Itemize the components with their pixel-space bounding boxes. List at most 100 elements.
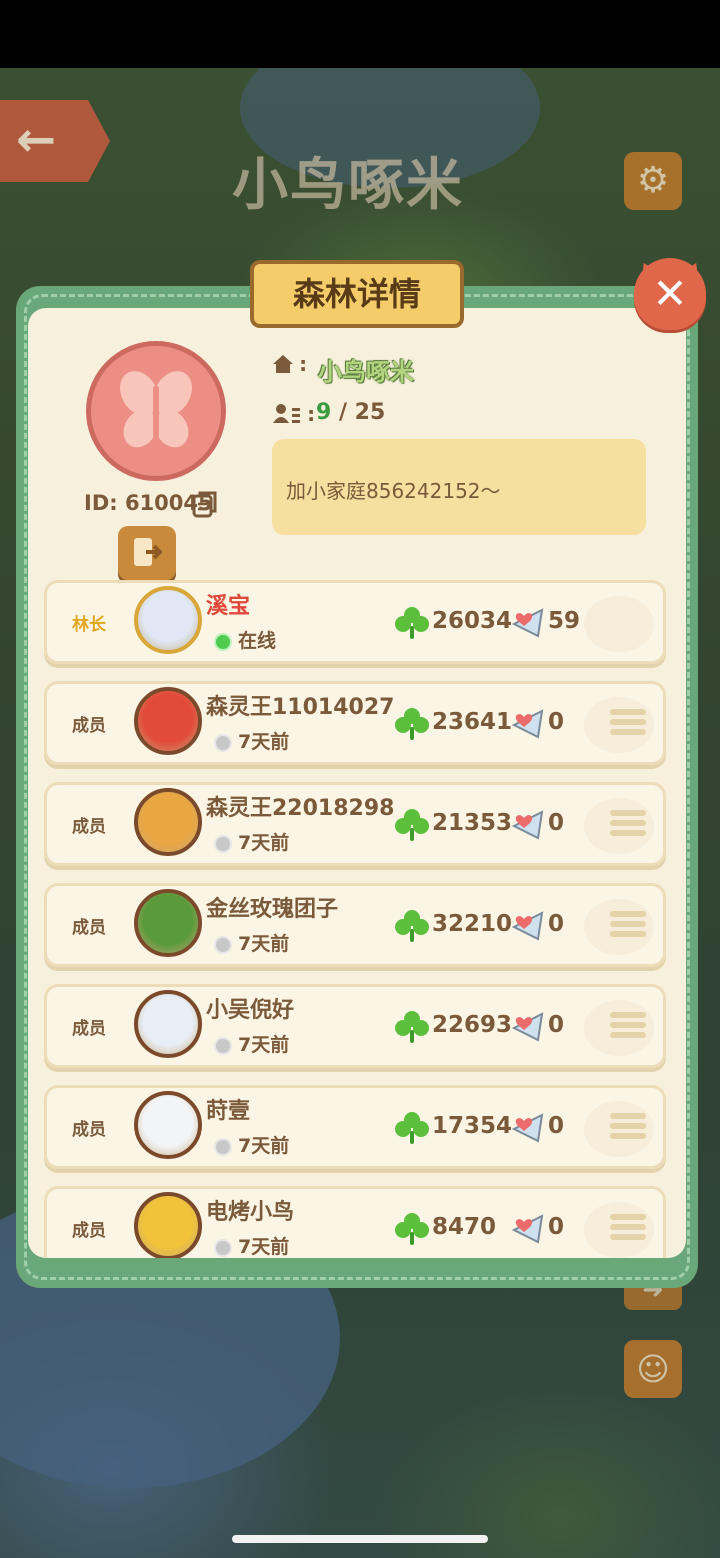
member-row[interactable]: 成员 电烤小鸟 7天前 8470 0 <box>44 1186 666 1258</box>
member-status-text: 7天前 <box>238 731 290 753</box>
heart-gift-icon <box>511 608 544 638</box>
forest-notice-text: 加小家庭856242152～ <box>286 479 501 503</box>
member-name: 森灵王11014027 <box>206 695 395 720</box>
member-score: 17354 <box>432 1113 513 1139</box>
member-score: 32210 <box>432 911 513 937</box>
member-avatar[interactable] <box>134 1091 202 1159</box>
arrow-left-icon: ← <box>16 112 57 168</box>
heart-gift-icon <box>511 1113 544 1143</box>
member-avatar[interactable] <box>134 586 202 654</box>
member-role: 成员 <box>72 1221 106 1241</box>
offline-dot-icon <box>214 935 232 954</box>
gear-icon: ⚙ <box>636 160 670 201</box>
settings-button[interactable]: ⚙ <box>624 152 682 210</box>
member-gift-count: 0 <box>548 1214 565 1240</box>
leave-forest-button[interactable] <box>118 526 176 580</box>
forest-name: 小鸟啄米 <box>318 358 414 386</box>
member-status-text: 7天前 <box>238 1034 290 1056</box>
offline-dot-icon <box>214 1137 232 1156</box>
member-status: 7天前 <box>214 1030 289 1057</box>
member-gift-count: 0 <box>548 1113 565 1139</box>
menu-icon[interactable] <box>610 1113 646 1143</box>
dialog-panel: ID: 610045 : 小鸟啄米: 9 / 25 加小家庭856242152… <box>28 308 686 1258</box>
member-row[interactable]: 林长 溪宝 在线 26034 59 <box>44 580 666 664</box>
menu-icon[interactable] <box>610 709 646 739</box>
member-gift-count: 0 <box>548 709 565 735</box>
menu-icon[interactable] <box>610 1012 646 1042</box>
member-status: 7天前 <box>214 1131 289 1158</box>
member-status-text: 在线 <box>238 630 277 652</box>
menu-icon[interactable] <box>610 810 646 840</box>
heart-gift-icon <box>511 810 544 840</box>
member-score: 22693 <box>432 1012 513 1038</box>
member-count-separator: / <box>331 400 355 425</box>
member-row[interactable]: 成员 小吴倪好 7天前 22693 0 <box>44 984 666 1068</box>
member-name: 电烤小鸟 <box>206 1200 295 1225</box>
member-name: 森灵王22018298 <box>206 796 395 821</box>
member-score: 26034 <box>432 608 513 634</box>
heart-gift-icon <box>511 709 544 739</box>
member-name: 溪宝 <box>206 594 251 619</box>
members-icon <box>273 404 300 423</box>
member-avatar[interactable] <box>134 990 202 1058</box>
member-role: 成员 <box>72 1019 106 1039</box>
game-title: 小鸟啄米 <box>232 153 464 218</box>
heart-gift-icon <box>511 911 544 941</box>
member-status-text: 7天前 <box>238 1236 290 1258</box>
member-avatar[interactable] <box>134 889 202 957</box>
copy-icon[interactable] <box>192 490 218 518</box>
member-role: 成员 <box>72 918 106 938</box>
member-row[interactable]: 成员 森灵王22018298 7天前 21353 0 <box>44 782 666 866</box>
offline-dot-icon <box>214 1036 232 1055</box>
heart-gift-icon <box>511 1012 544 1042</box>
member-status: 7天前 <box>214 1232 289 1258</box>
member-role: 成员 <box>72 817 106 837</box>
forest-notice-box: 加小家庭856242152～ <box>272 439 646 535</box>
close-button[interactable]: ✕ <box>634 258 706 330</box>
heart-gift-icon <box>511 1214 544 1244</box>
close-icon: ✕ <box>652 269 688 318</box>
clover-icon <box>395 809 429 841</box>
member-gift-count: 0 <box>548 911 565 937</box>
member-status-text: 7天前 <box>238 832 290 854</box>
member-avatar[interactable] <box>134 687 202 755</box>
member-avatar[interactable] <box>134 1192 202 1258</box>
clover-icon <box>395 1213 429 1245</box>
member-status-text: 7天前 <box>238 933 290 955</box>
clover-icon <box>395 708 429 740</box>
online-dot-icon <box>214 632 232 651</box>
exit-icon <box>134 538 162 566</box>
member-score: 21353 <box>432 810 513 836</box>
member-row[interactable]: 成员 莳壹 7天前 17354 0 <box>44 1085 666 1169</box>
member-row[interactable]: 成员 金丝玫瑰团子 7天前 32210 0 <box>44 883 666 967</box>
forest-name-row: : <box>272 352 307 382</box>
row-decoration <box>584 596 654 652</box>
member-gift-count: 0 <box>548 810 565 836</box>
home-indicator[interactable] <box>232 1535 488 1543</box>
back-button[interactable]: ← <box>0 100 110 182</box>
forest-details-dialog: ID: 610045 : 小鸟啄米: 9 / 25 加小家庭856242152… <box>16 286 698 1288</box>
member-status: 7天前 <box>214 727 289 754</box>
member-name: 小吴倪好 <box>206 998 295 1023</box>
member-gift-count: 59 <box>548 608 581 634</box>
menu-icon[interactable] <box>610 911 646 941</box>
offline-dot-icon <box>214 834 232 853</box>
house-icon <box>273 355 293 373</box>
member-gift-count: 0 <box>548 1012 565 1038</box>
member-score: 8470 <box>432 1214 497 1240</box>
member-status: 在线 <box>214 626 276 653</box>
member-row[interactable]: 成员 森灵王11014027 7天前 23641 0 <box>44 681 666 765</box>
clover-icon <box>395 1011 429 1043</box>
member-status: 7天前 <box>214 929 289 956</box>
member-role: 成员 <box>72 716 106 736</box>
game-screen: ← 小鸟啄米 ⚙ ➜ ☺ ID: 610045: 小鸟啄米: 9 / 25 … <box>0 0 720 1558</box>
offline-dot-icon <box>214 733 232 752</box>
member-status-text: 7天前 <box>238 1135 290 1157</box>
member-score: 23641 <box>432 709 513 735</box>
clover-icon <box>395 1112 429 1144</box>
profile-button[interactable]: ☺ <box>624 1340 682 1398</box>
member-avatar[interactable] <box>134 788 202 856</box>
menu-icon[interactable] <box>610 1214 646 1244</box>
status-bar <box>0 0 720 68</box>
butterfly-emblem-icon <box>86 341 226 481</box>
